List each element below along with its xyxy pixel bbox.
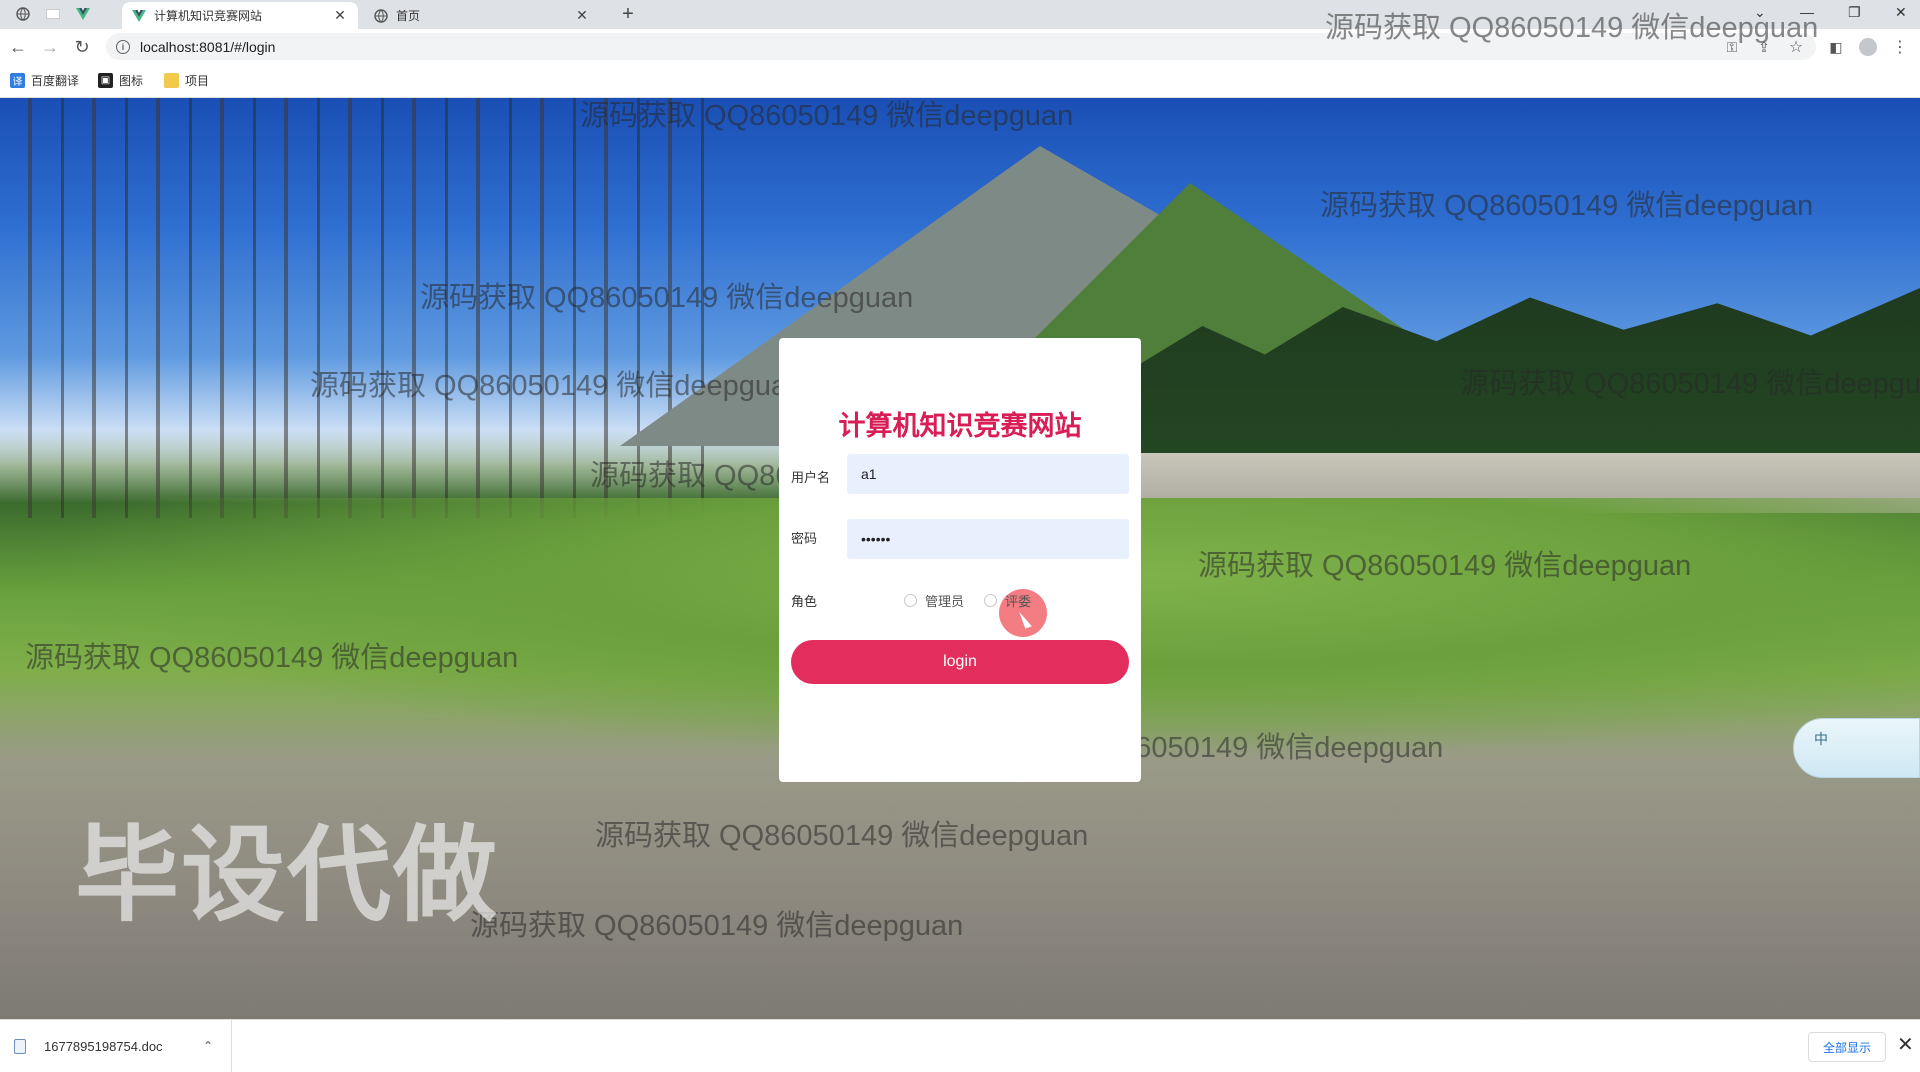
watermark-text: 源码获取 QQ86050149 微信deepguan [310, 370, 804, 402]
username-input[interactable]: a1 [847, 454, 1129, 494]
profile-avatar-icon[interactable] [1856, 35, 1880, 59]
menu-kebab-icon[interactable]: ⋮ [1888, 35, 1912, 59]
username-label: 用户名 [791, 470, 831, 485]
watermark-text: 源码获取 QQ86050149 微信deepguan [595, 820, 1089, 852]
role-option-admin[interactable]: 管理员 [904, 591, 964, 610]
watermark-text: 源码获取 QQ86050149 微信deepguan [420, 282, 914, 314]
restore-icon[interactable]: ❐ [1848, 4, 1861, 21]
watermark-text: 源码获取 QQ86050149 微信deepguan [580, 100, 1074, 132]
reload-icon[interactable]: ↻ [70, 35, 94, 59]
watermark-text: 源码获取 QQ86050149 微信deepguan [1325, 12, 1819, 44]
new-tab-icon[interactable]: + [615, 2, 641, 28]
pinned-tab-blank-icon[interactable] [40, 3, 66, 25]
image-icon: ▣ [98, 73, 113, 88]
vue-icon [132, 9, 146, 23]
download-file-name: 1677895198754.doc [44, 1038, 163, 1054]
translate-icon: 译 [10, 73, 25, 88]
watermark-text: 源码获取 QQ86050149 微信deepguan [470, 910, 964, 942]
password-label: 密码 [791, 531, 818, 546]
bookmark-icons[interactable]: ▣ 图标 [98, 72, 143, 89]
role-label: 角色 [791, 594, 818, 609]
ime-floating-widget[interactable]: 中 [1793, 718, 1920, 778]
globe-icon [374, 8, 388, 23]
url-text: localhost:8081/#/login [140, 38, 276, 55]
login-card: 计算机知识竞赛网站 用户名 a1 密码 •••••• 角色 login [779, 338, 1141, 782]
password-input[interactable]: •••••• [847, 519, 1129, 559]
promo-watermark: 毕设代做 [75, 818, 500, 934]
role-option-judge[interactable]: 评委 [984, 591, 1031, 610]
watermark-text: 源码获取 QQ86050149 微信deepguan [1198, 550, 1692, 582]
tab-home[interactable]: 首页 ✕ [364, 2, 600, 29]
tab-title: 计算机知识竞赛网站 [154, 9, 263, 23]
role-option-label: 管理员 [925, 594, 965, 609]
pinned-tab-vue-icon[interactable] [70, 3, 96, 25]
back-arrow-icon[interactable]: ← [6, 35, 30, 59]
close-download-bar-icon[interactable]: ✕ [1897, 1032, 1914, 1057]
bookmark-label: 百度翻译 [31, 74, 80, 88]
bookmark-baidu-translate[interactable]: 译 百度翻译 [10, 72, 79, 89]
role-option-label: 评委 [1005, 594, 1032, 609]
bookmark-label: 项目 [185, 74, 210, 88]
download-item[interactable]: 1677895198754.doc ⌃ [14, 1020, 232, 1072]
bookmark-label: 图标 [119, 74, 144, 88]
show-all-downloads-button[interactable]: 全部显示 [1808, 1032, 1886, 1062]
site-info-icon[interactable]: i [116, 39, 130, 54]
site-title: 计算机知识竞赛网站 [838, 411, 1082, 441]
login-button[interactable]: login [791, 640, 1129, 684]
browser-window: 计算机知识竞赛网站 ✕ 首页 ✕ + ⌄ — ❐ ✕ ← → ↻ i local… [0, 0, 1920, 1072]
download-bar: 1677895198754.doc ⌃ 全部显示 ✕ [0, 1019, 1920, 1072]
side-panel-icon[interactable]: ◧ [1824, 35, 1848, 59]
tab-title: 首页 [396, 9, 421, 23]
forward-arrow-icon[interactable]: → [38, 35, 62, 59]
watermark-text: 源码获取 QQ86050149 微信deepguan [1460, 368, 1920, 400]
bookmarks-bar: 译 百度翻译 ▣ 图标 项目 [0, 64, 1920, 98]
tab-login-page[interactable]: 计算机知识竞赛网站 ✕ [122, 2, 358, 29]
document-icon [14, 1038, 26, 1054]
close-tab-icon[interactable]: ✕ [574, 7, 590, 24]
chevron-up-icon[interactable]: ⌃ [203, 1039, 213, 1053]
pinned-tab-globe-icon[interactable] [10, 3, 36, 25]
close-tab-icon[interactable]: ✕ [332, 7, 348, 24]
watermark-text: 源码获取 QQ86050149 微信deepguan [25, 642, 519, 674]
ime-mode-label: 中 [1814, 731, 1828, 747]
folder-icon [164, 73, 179, 88]
radio-circle [984, 594, 997, 607]
bookmark-projects-folder[interactable]: 项目 [164, 72, 209, 89]
watermark-text: 源码获取 QQ86050149 微信deepguan [1320, 190, 1814, 222]
radio-circle [904, 594, 917, 607]
close-window-icon[interactable]: ✕ [1895, 4, 1907, 21]
